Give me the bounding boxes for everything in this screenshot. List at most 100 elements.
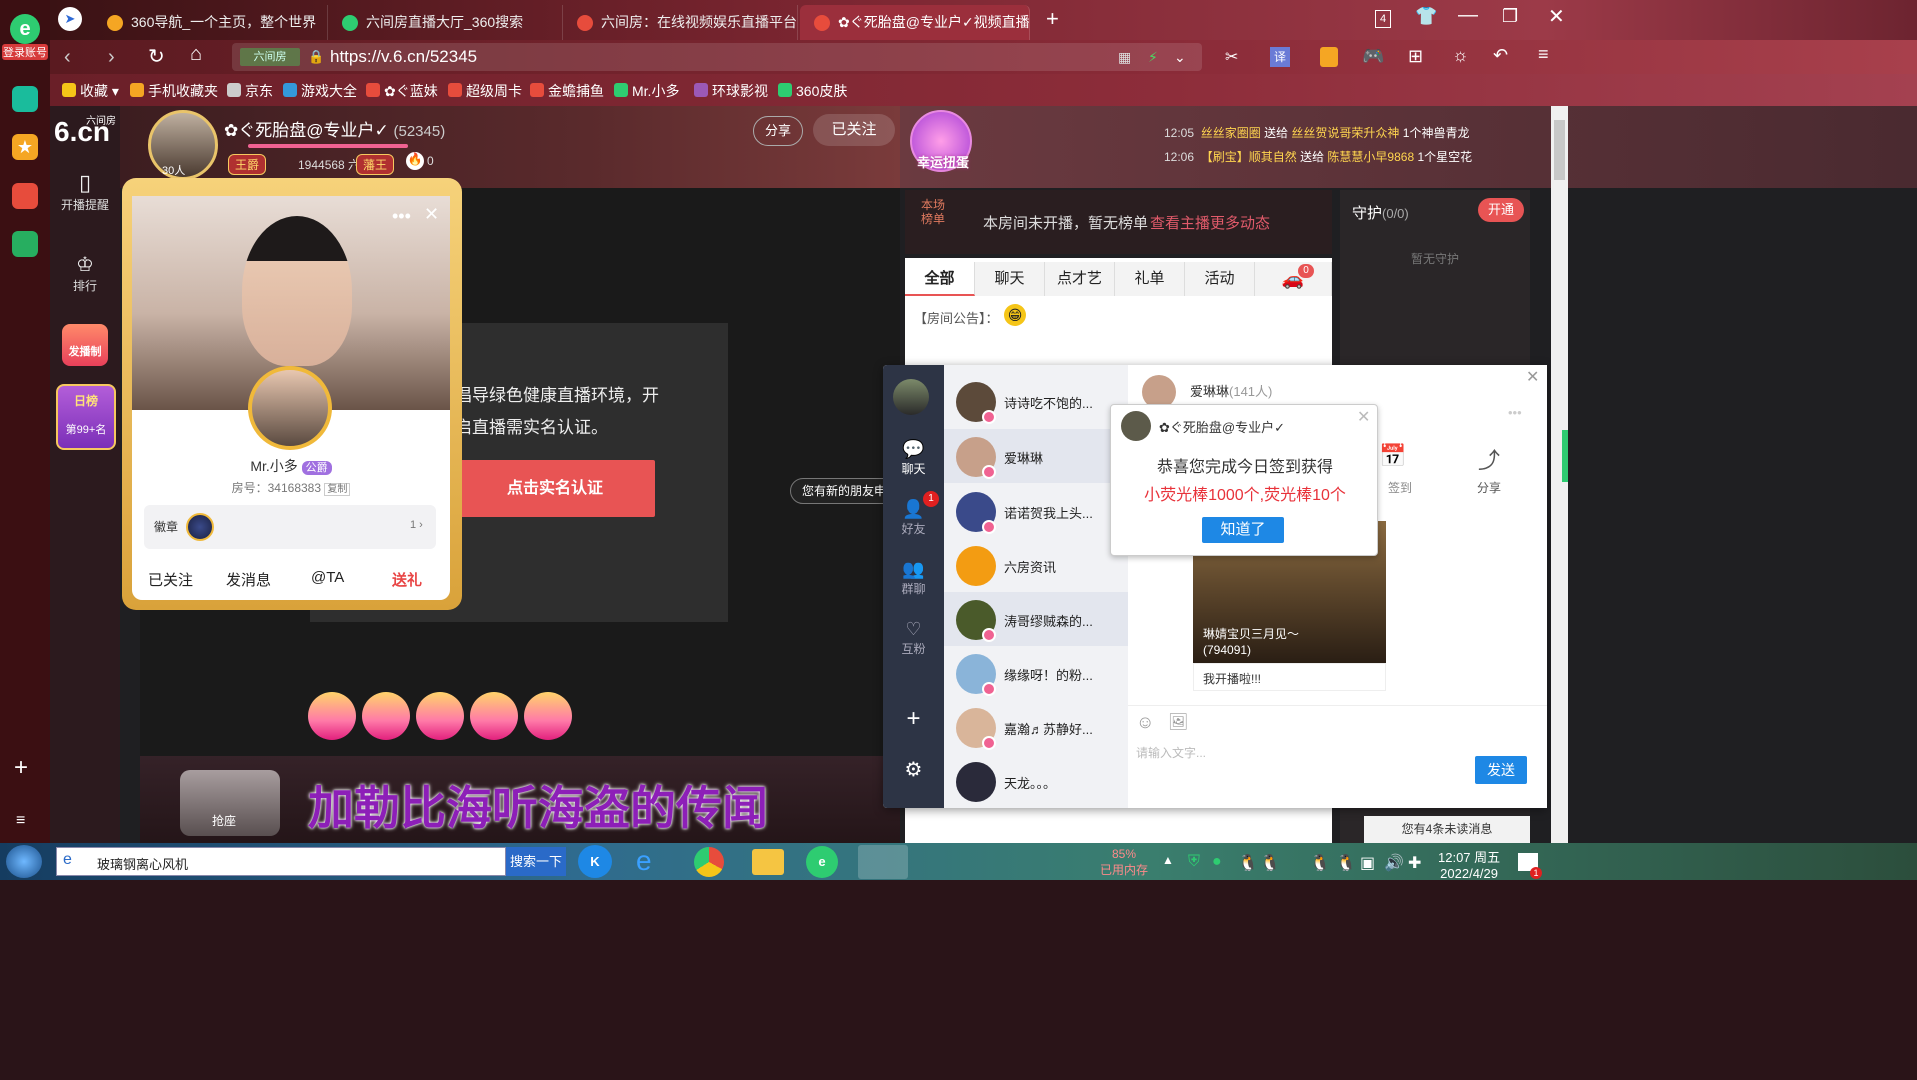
clock[interactable]: 12:07 周五 2022/4/29: [1438, 847, 1500, 881]
undo-icon[interactable]: ↶: [1493, 45, 1508, 66]
refresh-icon[interactable]: ↻: [148, 44, 165, 69]
share-button[interactable]: 分享: [753, 116, 803, 146]
start-button[interactable]: [6, 845, 42, 878]
unread-messages-bar[interactable]: 您有4条未读消息: [1364, 816, 1530, 843]
tab-gift-list[interactable]: 礼单: [1115, 262, 1185, 296]
conversation-item[interactable]: 嘉瀚♬苏静好...: [944, 700, 1128, 754]
settings-icon[interactable]: ⚙: [883, 757, 944, 782]
chrome-icon[interactable]: [694, 847, 724, 877]
translate-icon[interactable]: 译: [1270, 47, 1290, 67]
360-tray-icon[interactable]: ●: [1212, 853, 1222, 871]
chevron-down-icon[interactable]: ⌄: [1174, 43, 1186, 71]
url-input[interactable]: 六间房 🔒 https://v.6.cn/52345 ▦ ⚡ ⌄: [232, 43, 1202, 71]
seat-label[interactable]: 抢座: [212, 812, 236, 829]
home-icon[interactable]: ⌂: [190, 43, 202, 66]
game-icon[interactable]: 🎮: [1362, 46, 1384, 67]
bookmark-favorites[interactable]: 收藏 ▾: [62, 81, 119, 101]
browser-menu-icon[interactable]: ≡: [1538, 44, 1549, 65]
send-button[interactable]: 发送: [1475, 756, 1527, 784]
qq-tray-icon-4[interactable]: 🐧: [1336, 853, 1356, 873]
new-tab-button[interactable]: +: [1046, 6, 1059, 32]
close-icon[interactable]: ✕: [424, 204, 439, 225]
promo-button[interactable]: 发播制: [62, 324, 108, 366]
tray-expand-icon[interactable]: ▲: [1162, 853, 1174, 867]
emoji-icon[interactable]: ☺: [1136, 712, 1154, 733]
sign-in-button[interactable]: 签到: [1388, 479, 1412, 496]
login-account-button[interactable]: 登录账号: [2, 44, 48, 60]
conversation-item[interactable]: 诗诗吃不饱的...: [944, 374, 1128, 428]
bookmark-jd[interactable]: 京东: [227, 81, 273, 101]
medal-row[interactable]: 徽章 1 ›: [144, 505, 436, 549]
tab-activity[interactable]: 活动: [1185, 262, 1255, 296]
bookmark-games[interactable]: 游戏大全: [283, 81, 357, 101]
tab-6cn-home[interactable]: 六间房：在线视频娱乐直播平台: [563, 5, 798, 40]
cut-icon[interactable]: ✂: [1225, 47, 1238, 67]
followed-button[interactable]: 已关注: [813, 114, 895, 146]
side-float-tab[interactable]: [1562, 430, 1568, 482]
send-message-action[interactable]: 发消息: [226, 569, 271, 590]
car-icon[interactable]: 🚗: [1255, 262, 1332, 296]
menu-icon[interactable]: ≡: [16, 812, 25, 830]
bookmark-lanmei[interactable]: ✿ぐ蓝妹: [366, 81, 438, 101]
more-options-icon[interactable]: •••: [392, 206, 411, 227]
bookmark-fishing[interactable]: 金蟾捕鱼: [530, 81, 604, 101]
tab-all[interactable]: 全部: [905, 262, 975, 296]
speed-icon[interactable]: ⚡: [1148, 43, 1158, 71]
ranking-button[interactable]: ♔ 排行: [50, 252, 120, 294]
tab-live-room[interactable]: ✿ぐ死胎盘@专业户✓视频直播: [800, 5, 1030, 40]
360-logo-icon[interactable]: e: [10, 14, 40, 44]
open-guard-button[interactable]: 开通: [1478, 198, 1524, 222]
add-icon[interactable]: +: [14, 754, 28, 782]
tab-chat[interactable]: 聊天: [975, 262, 1045, 296]
mention-action[interactable]: @TA: [311, 569, 344, 586]
image-icon[interactable]: 🖼: [1168, 712, 1188, 732]
share-icon[interactable]: ⤴: [1474, 443, 1504, 475]
app-icon-1[interactable]: [12, 86, 38, 112]
folder-icon[interactable]: [752, 849, 784, 875]
bookmark-movies[interactable]: 环球影视: [694, 81, 768, 101]
apps-grid-icon[interactable]: ⊞: [1408, 46, 1423, 67]
network-icon[interactable]: ▣: [1360, 853, 1375, 873]
weibo-icon[interactable]: [12, 183, 38, 209]
gift-ball-icon[interactable]: [470, 692, 518, 740]
followed-action[interactable]: 已关注: [148, 569, 193, 590]
qq-tray-icon-2[interactable]: 🐧: [1260, 853, 1280, 873]
shield-icon[interactable]: [1320, 47, 1338, 67]
qq-tray-icon-3[interactable]: 🐧: [1310, 853, 1330, 873]
close-window-button[interactable]: ✕: [1548, 4, 1565, 29]
ie-browser-icon[interactable]: e: [636, 845, 670, 878]
lucky-egg-label[interactable]: 幸运扭蛋: [910, 152, 976, 171]
bookmark-skins[interactable]: 360皮肤: [778, 81, 847, 101]
search-button[interactable]: 搜索一下: [506, 847, 566, 876]
search-box[interactable]: e 玻璃钢离心风机: [56, 847, 506, 876]
memory-usage[interactable]: 85% 已用内存: [1100, 847, 1148, 878]
ok-button[interactable]: 知道了: [1202, 517, 1284, 543]
qq-tray-icon[interactable]: 🐧: [1238, 853, 1258, 873]
gift-ball-icon[interactable]: [416, 692, 464, 740]
tab-talent[interactable]: 点才艺: [1045, 262, 1115, 296]
rail-mutual[interactable]: ♡ 互粉: [883, 619, 944, 657]
close-icon[interactable]: ✕: [1357, 407, 1370, 427]
kugou-icon[interactable]: K: [578, 845, 612, 878]
daily-rank-badge[interactable]: 日榜 第99+名: [56, 384, 116, 450]
back-icon[interactable]: ‹: [64, 46, 71, 69]
user-avatar[interactable]: [248, 366, 332, 450]
my-avatar[interactable]: [893, 379, 929, 415]
conversation-item[interactable]: 诺诺贺我上头...: [944, 484, 1128, 538]
forward-icon[interactable]: ›: [108, 46, 115, 69]
conversation-item[interactable]: 六房资讯: [944, 538, 1128, 592]
gift-ball-icon[interactable]: [308, 692, 356, 740]
skin-icon[interactable]: 👕: [1415, 6, 1437, 27]
app-thumbnail-icon[interactable]: [858, 845, 908, 879]
copy-button[interactable]: 复制: [324, 483, 351, 496]
mail-icon[interactable]: [12, 231, 38, 257]
add-icon[interactable]: +: [883, 705, 944, 733]
navigation-icon[interactable]: ➤: [58, 7, 82, 31]
scroll-thumb[interactable]: [1554, 120, 1565, 180]
bookmark-weekcard[interactable]: 超级周卡: [448, 81, 522, 101]
conversation-item[interactable]: 涛哥缪贼森的...: [944, 592, 1128, 646]
volume-icon[interactable]: 🔊: [1384, 853, 1404, 873]
verify-identity-button[interactable]: 点击实名认证: [455, 460, 655, 517]
gift-ball-icon[interactable]: [362, 692, 410, 740]
input-method-icon[interactable]: ✚: [1408, 853, 1421, 873]
